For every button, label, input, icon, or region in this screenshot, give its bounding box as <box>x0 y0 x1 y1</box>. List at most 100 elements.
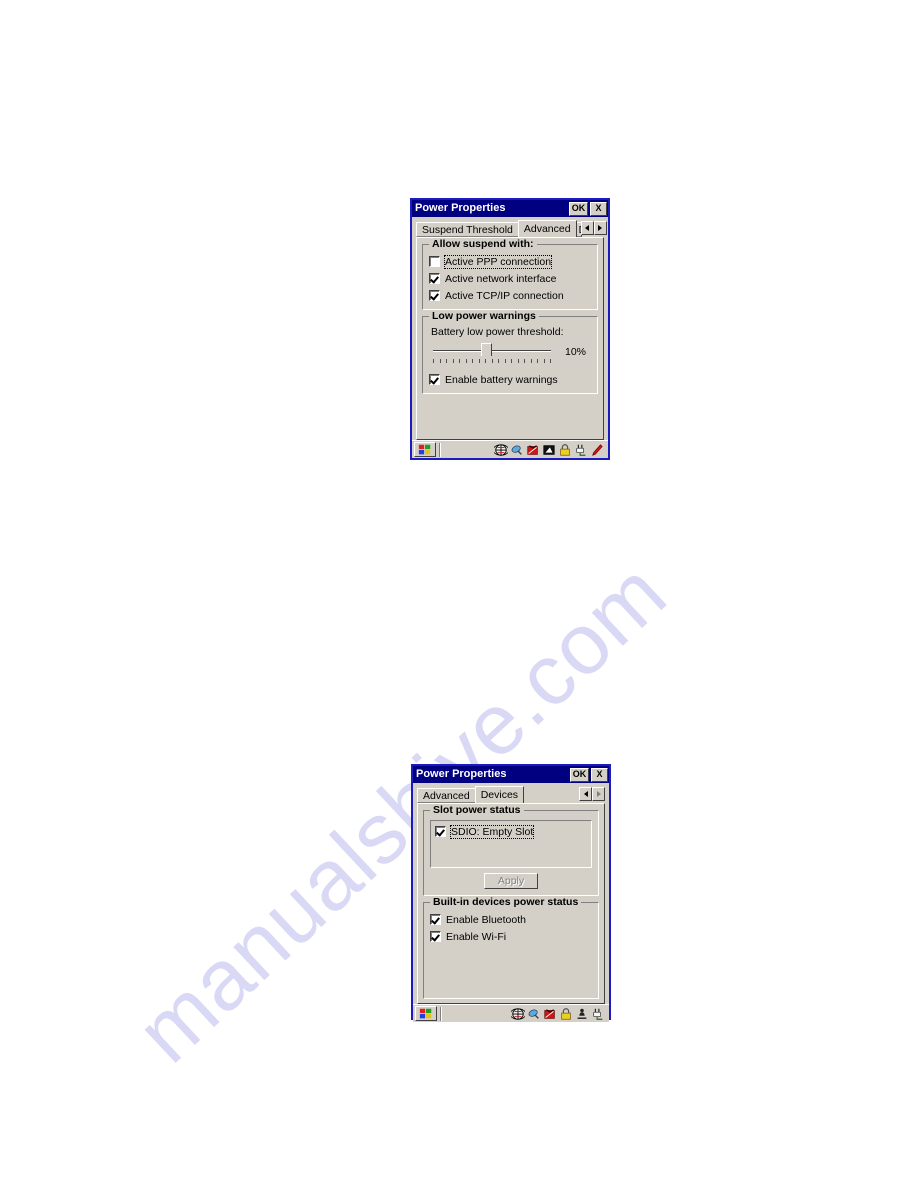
checkbox-label: Enable battery warnings <box>445 373 558 386</box>
windows-flag-icon <box>418 444 431 454</box>
slider-thumb[interactable] <box>481 343 492 362</box>
checkbox-label: Active PPP connection <box>443 254 553 269</box>
checkbox-enable-wifi[interactable] <box>430 931 441 942</box>
globe-icon[interactable] <box>494 443 508 457</box>
group-title: Built-in devices power status <box>430 896 582 908</box>
lock-icon[interactable] <box>558 443 572 457</box>
network-signal-icon[interactable] <box>526 443 540 457</box>
slider-tick <box>504 359 506 363</box>
windows-flag-icon <box>419 1008 432 1018</box>
tabstrip: Advanced Devices <box>417 786 605 803</box>
slider-track <box>433 350 551 352</box>
slider-tick <box>530 359 532 363</box>
person-icon[interactable] <box>575 1007 589 1021</box>
slider-tick <box>543 359 545 363</box>
group-slot-power-status: Slot power status SDIO: Empty Slot Apply <box>423 804 599 896</box>
apply-button[interactable]: Apply <box>484 873 538 889</box>
group-low-power-warnings: Low power warnings Battery low power thr… <box>422 310 598 394</box>
tab-scroll-left-button[interactable] <box>579 787 592 801</box>
slider-tick <box>433 359 434 363</box>
titlebar: Power Properties OK X <box>413 766 609 783</box>
slider-tick <box>498 359 499 363</box>
checkbox-label: Enable Bluetooth <box>446 913 526 926</box>
group-allow-suspend-with: Allow suspend with: Active PPP connectio… <box>422 238 598 310</box>
slider-tick <box>511 359 512 363</box>
tab-devices[interactable]: Devices <box>474 786 525 803</box>
checkbox-row-sdio-slot[interactable]: SDIO: Empty Slot <box>435 824 587 839</box>
titlebar: Power Properties OK X <box>412 200 608 217</box>
tab-suspend-threshold[interactable]: Suspend Threshold <box>416 222 519 237</box>
checkbox-row-active-ppp[interactable]: Active PPP connection <box>429 254 591 269</box>
slider-tick <box>459 359 460 363</box>
tab-advanced[interactable]: Advanced <box>417 788 476 803</box>
tab-scroll-left-button[interactable] <box>580 221 594 235</box>
checkbox-label: Enable Wi-Fi <box>446 930 507 943</box>
checkbox-enable-bluetooth[interactable] <box>430 914 441 925</box>
ok-button[interactable]: OK <box>570 767 589 782</box>
tab-scroll-right-button[interactable] <box>592 787 605 801</box>
checkbox-active-network[interactable] <box>429 273 440 284</box>
slot-list[interactable]: SDIO: Empty Slot <box>430 820 592 868</box>
tabstrip: Suspend Threshold Advanced De <box>416 220 607 237</box>
checkbox-active-tcpip[interactable] <box>429 290 440 301</box>
slider-tick <box>517 359 519 363</box>
checkbox-enable-battery-warnings[interactable] <box>429 374 440 385</box>
checkbox-row-enable-bluetooth[interactable]: Enable Bluetooth <box>430 912 592 927</box>
slider-tick <box>446 359 447 363</box>
close-button[interactable]: X <box>590 201 607 216</box>
globe-icon[interactable] <box>511 1007 525 1021</box>
checkbox-sdio-slot[interactable] <box>435 826 446 837</box>
battery-threshold-slider[interactable] <box>433 342 551 368</box>
checkbox-row-enable-wifi[interactable]: Enable Wi-Fi <box>430 929 592 944</box>
system-tray <box>494 443 606 457</box>
power-plug-icon[interactable] <box>574 443 588 457</box>
taskbar <box>412 440 608 458</box>
tab-scroll-right-button[interactable] <box>593 221 607 235</box>
start-button[interactable] <box>414 442 436 457</box>
battery-threshold-value: 10% <box>565 346 587 358</box>
slider-tick <box>491 359 493 363</box>
taskbar-divider <box>440 1006 442 1021</box>
ok-button[interactable]: OK <box>569 201 588 216</box>
device-screen-power-devices: Power Properties OK X Advanced Devices S… <box>411 764 611 1022</box>
group-builtin-devices-power-status: Built-in devices power status Enable Blu… <box>423 896 599 999</box>
tab-advanced[interactable]: Advanced <box>517 220 577 237</box>
taskbar-divider <box>439 442 441 457</box>
checkbox-label: Active TCP/IP connection <box>445 289 564 302</box>
start-button[interactable] <box>415 1006 437 1021</box>
network-signal-icon[interactable] <box>543 1007 557 1021</box>
tabpage-advanced: Allow suspend with: Active PPP connectio… <box>416 237 604 440</box>
chevron-left-icon <box>585 225 590 231</box>
slider-tick <box>452 359 454 363</box>
lock-icon[interactable] <box>559 1007 573 1021</box>
slider-tick <box>478 359 480 363</box>
stylus-icon[interactable] <box>590 443 604 457</box>
slider-tick <box>524 359 525 363</box>
window-title: Power Properties <box>416 768 507 780</box>
page-spacer <box>422 400 598 435</box>
satellite-dish-icon[interactable] <box>510 443 524 457</box>
checkbox-row-active-tcpip[interactable]: Active TCP/IP connection <box>429 288 591 303</box>
apply-button-row: Apply <box>430 873 592 889</box>
device-screen-power-advanced: Power Properties OK X Suspend Threshold … <box>410 198 610 460</box>
monitor-icon[interactable] <box>542 443 556 457</box>
tab-scroll-buttons <box>579 787 605 801</box>
group-title: Allow suspend with: <box>429 238 537 250</box>
tabpage-devices: Slot power status SDIO: Empty Slot Apply… <box>417 803 605 1004</box>
group-title: Low power warnings <box>429 310 539 322</box>
slider-tick <box>472 359 473 363</box>
checkbox-row-enable-battery-warnings[interactable]: Enable battery warnings <box>429 372 591 387</box>
chevron-left-icon <box>583 791 588 797</box>
chevron-right-icon <box>598 225 603 231</box>
slider-tick <box>537 359 538 363</box>
slider-tick <box>485 359 486 363</box>
close-button[interactable]: X <box>591 767 608 782</box>
satellite-dish-icon[interactable] <box>527 1007 541 1021</box>
checkbox-active-ppp[interactable] <box>429 256 440 267</box>
slider-tick <box>465 359 467 363</box>
group-title: Slot power status <box>430 804 524 816</box>
power-plug-icon[interactable] <box>591 1007 605 1021</box>
battery-threshold-label: Battery low power threshold: <box>431 326 564 338</box>
checkbox-row-active-network[interactable]: Active network interface <box>429 271 591 286</box>
